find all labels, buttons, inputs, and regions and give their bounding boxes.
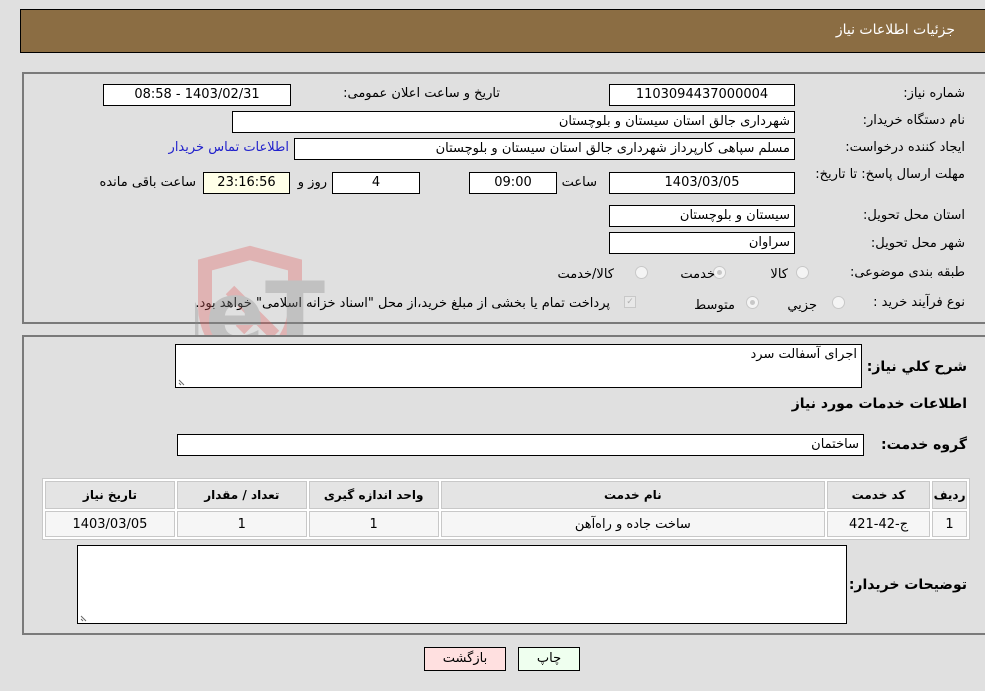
category-option-service: خدمت bbox=[680, 267, 715, 282]
col-header-service-name: نام خدمت bbox=[440, 481, 826, 509]
delivery-city-label: شهر محل تحویل: bbox=[870, 236, 965, 251]
requester-label: ایجاد کننده درخواست: bbox=[845, 140, 965, 155]
category-option-goods: کالا bbox=[770, 267, 788, 282]
resize-grip-icon[interactable] bbox=[80, 613, 89, 622]
cell-service-code: ج-42-421 bbox=[827, 511, 931, 537]
cell-unit: 1 bbox=[308, 511, 439, 537]
buyer-contact-link[interactable]: اطلاعات تماس خریدار bbox=[169, 140, 289, 155]
col-header-need-date: تاریخ نیاز bbox=[45, 481, 175, 509]
remaining-time-label: ساعت باقی مانده bbox=[99, 175, 196, 190]
delivery-province-label: استان محل تحویل: bbox=[863, 208, 965, 223]
buyer-org-label: نام دستگاه خریدار: bbox=[862, 113, 965, 128]
treasury-checkbox[interactable]: ✓ bbox=[624, 296, 636, 308]
description-text: اجرای آسفالت سرد bbox=[750, 347, 858, 362]
need-info-panel: شماره نیاز: 1103094437000004 تاریخ و ساع… bbox=[22, 72, 985, 324]
category-option-goods-service: کالا/خدمت bbox=[557, 267, 614, 282]
buyer-notes-label: توضیحات خریدار: bbox=[848, 577, 967, 593]
cell-need-date: 1403/03/05 bbox=[45, 511, 175, 537]
announce-datetime-field: 1403/02/31 - 08:58 bbox=[103, 84, 291, 106]
delivery-province-field: سیستان و بلوچستان bbox=[609, 205, 795, 227]
col-header-row-number: ردیف bbox=[932, 481, 967, 509]
process-option-medium: متوسط bbox=[694, 298, 735, 313]
requester-field: مسلم سپاهی کارپرداز شهرداری جالق استان س… bbox=[294, 138, 795, 160]
service-group-label: گروه خدمت: bbox=[881, 437, 967, 453]
description-textarea[interactable]: اجرای آسفالت سرد bbox=[175, 344, 862, 388]
announce-datetime-label: تاریخ و ساعت اعلان عمومی: bbox=[343, 86, 500, 101]
deadline-time-label: ساعت bbox=[561, 175, 597, 190]
col-header-quantity: تعداد / مقدار bbox=[176, 481, 307, 509]
table-row: 1 ج-42-421 ساخت جاده و راه‌آهن 1 1 1403/… bbox=[45, 511, 967, 537]
buyer-notes-textarea[interactable] bbox=[77, 545, 847, 624]
back-button[interactable]: بازگشت bbox=[424, 647, 506, 671]
category-radio-goods[interactable] bbox=[796, 266, 809, 279]
cell-quantity: 1 bbox=[176, 511, 307, 537]
col-header-unit: واحد اندازه گیری bbox=[308, 481, 439, 509]
resize-grip-icon[interactable] bbox=[178, 377, 187, 386]
category-label: طبقه بندی موضوعی: bbox=[849, 265, 965, 280]
delivery-city-field: سراوان bbox=[609, 232, 795, 254]
process-radio-minor[interactable] bbox=[832, 296, 845, 309]
process-radio-medium[interactable] bbox=[746, 296, 759, 309]
need-number-field: 1103094437000004 bbox=[609, 84, 795, 106]
need-number-label: شماره نیاز: bbox=[903, 86, 965, 101]
services-table: ردیف کد خدمت نام خدمت واحد اندازه گیری ت… bbox=[42, 478, 970, 540]
cell-row-number: 1 bbox=[932, 511, 967, 537]
col-header-service-code: کد خدمت bbox=[827, 481, 931, 509]
deadline-date-field: 1403/03/05 bbox=[609, 172, 795, 194]
page-title: جزئیات اطلاعات نیاز bbox=[835, 22, 955, 38]
cell-service-name: ساخت جاده و راه‌آهن bbox=[440, 511, 826, 537]
service-group-field: ساختمان bbox=[177, 434, 864, 456]
purchase-process-label: نوع فرآیند خرید : bbox=[873, 295, 965, 310]
description-label: شرح کلي نیاز: bbox=[866, 359, 967, 375]
details-panel: شرح کلي نیاز: اجرای آسفالت سرد اطلاعات خ… bbox=[22, 335, 985, 635]
deadline-time-field: 09:00 bbox=[469, 172, 557, 194]
days-label: روز و bbox=[297, 175, 327, 190]
services-heading: اطلاعات خدمات مورد نیاز bbox=[791, 396, 967, 412]
table-header-row: ردیف کد خدمت نام خدمت واحد اندازه گیری ت… bbox=[45, 481, 967, 509]
deadline-label: مهلت ارسال پاسخ: تا تاریخ: bbox=[815, 167, 965, 182]
print-button[interactable]: چاپ bbox=[518, 647, 580, 671]
page-header: جزئیات اطلاعات نیاز bbox=[20, 9, 985, 53]
category-radio-goods-service[interactable] bbox=[635, 266, 648, 279]
buyer-org-field: شهرداری جالق استان سیستان و بلوچستان bbox=[232, 111, 795, 133]
remaining-days-field: 4 bbox=[332, 172, 420, 194]
process-option-minor: جزیي bbox=[787, 298, 817, 313]
remaining-time-field: 23:16:56 bbox=[203, 172, 290, 194]
treasury-note: پرداخت تمام یا بخشی از مبلغ خرید،از محل … bbox=[195, 296, 610, 311]
